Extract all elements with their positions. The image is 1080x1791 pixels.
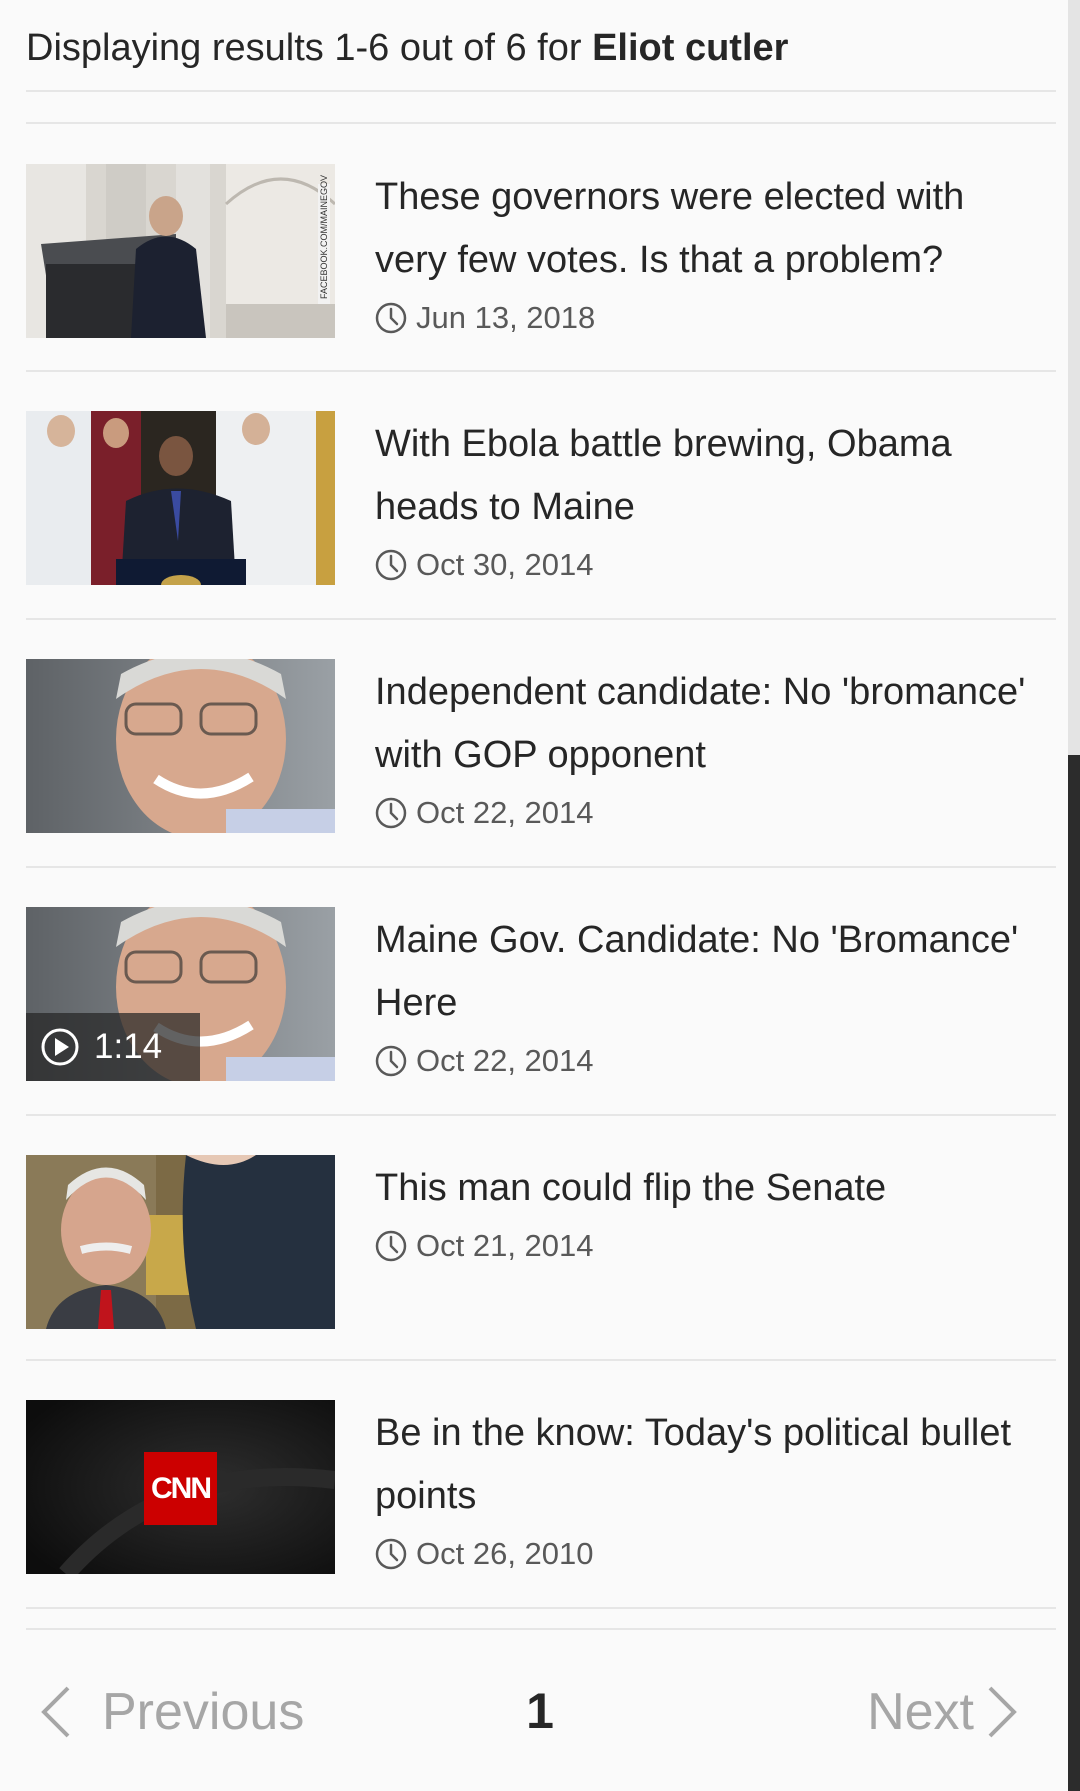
result-info: Be in the know: Today's political bullet… bbox=[375, 1400, 1035, 1574]
search-result[interactable]: Independent candidate: No 'bromance' wit… bbox=[26, 659, 1056, 833]
result-meta: Oct 26, 2010 bbox=[375, 1534, 1035, 1574]
divider bbox=[26, 618, 1056, 620]
search-query: Eliot cutler bbox=[592, 27, 789, 69]
result-date: Oct 30, 2014 bbox=[416, 547, 594, 582]
divider bbox=[26, 1607, 1056, 1609]
result-date: Jun 13, 2018 bbox=[416, 300, 596, 335]
clock-icon bbox=[375, 797, 407, 829]
divider bbox=[26, 866, 1056, 868]
clock-icon bbox=[375, 1538, 407, 1570]
scrollbar-thumb[interactable] bbox=[1068, 755, 1080, 1791]
divider bbox=[26, 370, 1056, 372]
result-thumbnail[interactable]: CNN bbox=[26, 1400, 335, 1574]
result-meta: Oct 30, 2014 bbox=[375, 545, 1035, 585]
result-headline-link[interactable]: This man could flip the Senate bbox=[375, 1157, 1035, 1220]
cnn-logo-text: CNN bbox=[151, 1472, 210, 1505]
result-headline-link[interactable]: Maine Gov. Candidate: No 'Bromance' Here bbox=[375, 909, 1035, 1035]
result-meta: Jun 13, 2018 bbox=[375, 298, 1035, 338]
result-headline-link[interactable]: With Ebola battle brewing, Obama heads t… bbox=[375, 413, 1035, 539]
result-headline-link[interactable]: Independent candidate: No 'bromance' wit… bbox=[375, 661, 1035, 787]
search-result[interactable]: 1:14 Maine Gov. Candidate: No 'Bromance'… bbox=[26, 907, 1056, 1081]
divider bbox=[26, 90, 1056, 92]
result-date: Oct 26, 2010 bbox=[416, 1536, 594, 1571]
result-info: These governors were elected with very f… bbox=[375, 164, 1035, 338]
next-label: Next bbox=[867, 1683, 974, 1741]
result-date: Oct 21, 2014 bbox=[416, 1228, 594, 1263]
result-info: This man could flip the Senate Oct 21, 2… bbox=[375, 1155, 1035, 1266]
divider bbox=[26, 1114, 1056, 1116]
thumbnail-caption: FACEBOOK.COM/MAINEGOV bbox=[319, 175, 329, 299]
result-info: With Ebola battle brewing, Obama heads t… bbox=[375, 411, 1035, 585]
divider bbox=[26, 122, 1056, 124]
next-page-button[interactable]: Next bbox=[867, 1682, 1020, 1742]
result-date: Oct 22, 2014 bbox=[416, 795, 594, 830]
result-meta: Oct 22, 2014 bbox=[375, 793, 1035, 833]
result-thumbnail[interactable]: 1:14 bbox=[26, 907, 335, 1081]
pagination: Previous 1 Next bbox=[0, 1630, 1080, 1790]
video-duration: 1:14 bbox=[94, 1027, 163, 1066]
clock-icon bbox=[375, 302, 407, 334]
result-date: Oct 22, 2014 bbox=[416, 1043, 594, 1078]
result-info: Maine Gov. Candidate: No 'Bromance' Here… bbox=[375, 907, 1035, 1081]
result-info: Independent candidate: No 'bromance' wit… bbox=[375, 659, 1035, 833]
divider bbox=[26, 1359, 1056, 1361]
clock-icon bbox=[375, 1230, 407, 1262]
clock-icon bbox=[375, 1045, 407, 1077]
result-thumbnail[interactable] bbox=[26, 411, 335, 585]
chevron-right-icon bbox=[986, 1684, 1020, 1740]
scrollbar-track[interactable] bbox=[1068, 0, 1080, 1791]
video-duration-badge[interactable]: 1:14 bbox=[26, 1013, 200, 1081]
play-icon bbox=[40, 1027, 80, 1067]
search-result[interactable]: CNN Be in the know: Today's political bu… bbox=[26, 1400, 1056, 1574]
search-result[interactable]: With Ebola battle brewing, Obama heads t… bbox=[26, 411, 1056, 585]
result-thumbnail[interactable] bbox=[26, 659, 335, 833]
results-summary-prefix: Displaying results 1-6 out of 6 for bbox=[26, 27, 593, 69]
result-thumbnail[interactable] bbox=[26, 1155, 335, 1329]
clock-icon bbox=[375, 549, 407, 581]
result-meta: Oct 22, 2014 bbox=[375, 1041, 1035, 1081]
result-thumbnail[interactable]: FACEBOOK.COM/MAINEGOV bbox=[26, 164, 335, 338]
result-headline-link[interactable]: These governors were elected with very f… bbox=[375, 166, 1035, 292]
search-result[interactable]: This man could flip the Senate Oct 21, 2… bbox=[26, 1155, 1056, 1329]
search-result[interactable]: FACEBOOK.COM/MAINEGOV These governors we… bbox=[26, 164, 1056, 338]
result-meta: Oct 21, 2014 bbox=[375, 1226, 1035, 1266]
results-summary: Displaying results 1-6 out of 6 for Elio… bbox=[26, 18, 788, 78]
result-headline-link[interactable]: Be in the know: Today's political bullet… bbox=[375, 1402, 1035, 1528]
